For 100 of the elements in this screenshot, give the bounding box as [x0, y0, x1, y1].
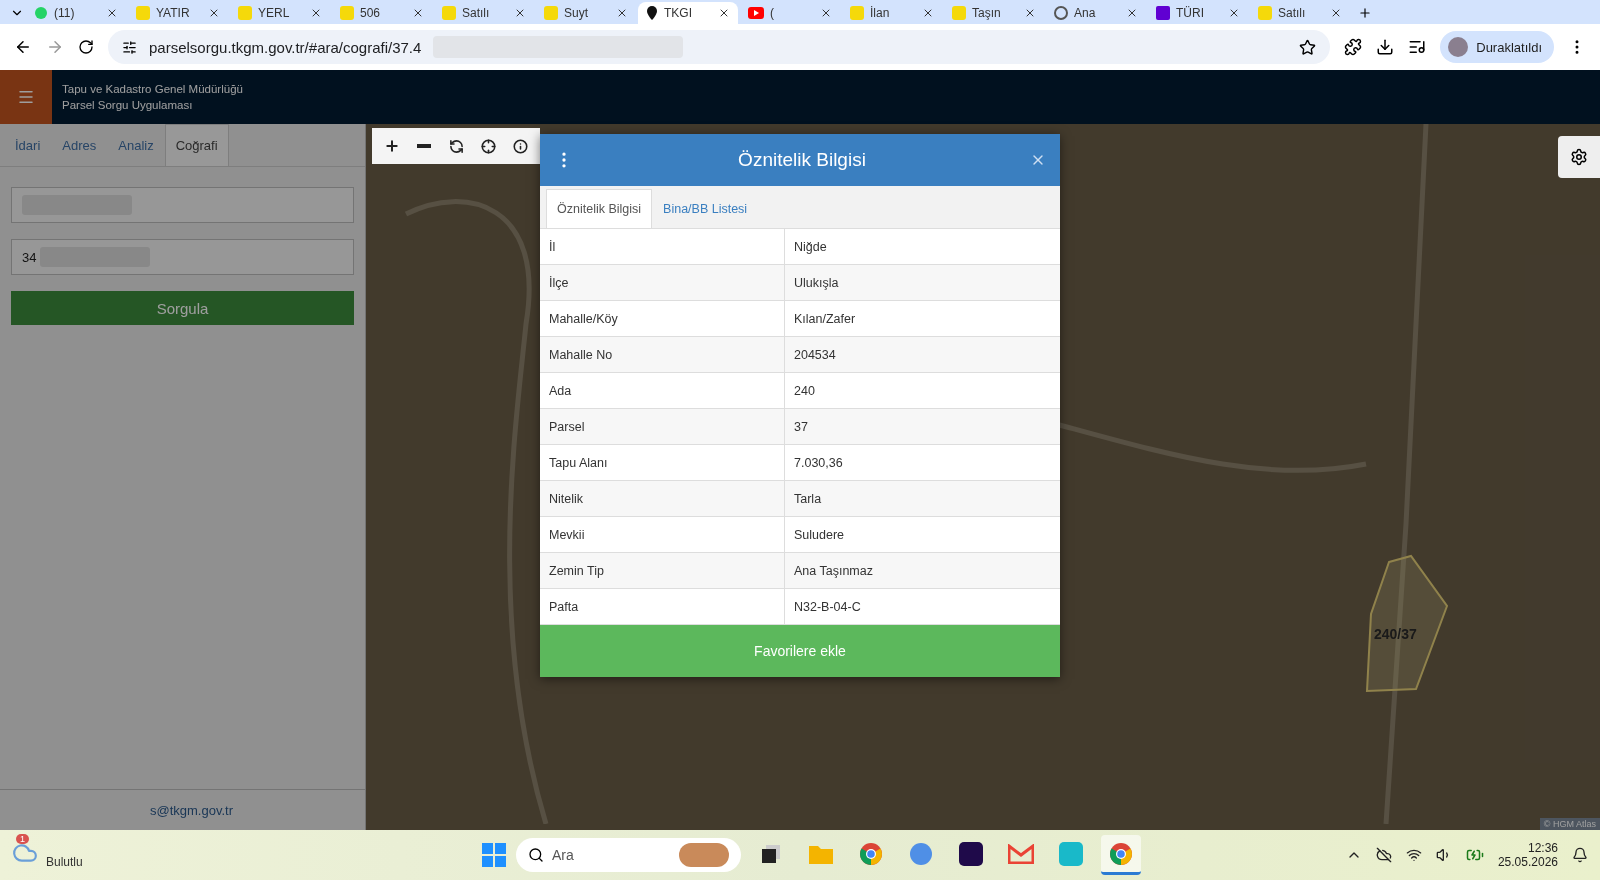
attribute-label: Ada [540, 373, 785, 408]
close-icon[interactable] [922, 7, 934, 19]
browser-tab[interactable]: Satılı [434, 2, 534, 24]
windows-icon[interactable] [482, 843, 506, 867]
tab-title: 506 [360, 6, 382, 20]
taskbar-search-field[interactable]: Ara [516, 838, 741, 872]
tab-title: Satılı [1278, 6, 1307, 20]
globe-icon [1054, 6, 1068, 20]
attribute-label: Pafta [540, 589, 785, 624]
tab-title: TÜRI [1176, 6, 1205, 20]
tab-title: İlan [870, 6, 891, 20]
browser-tab[interactable]: Satılı [1250, 2, 1350, 24]
browser-tab[interactable]: ( [740, 2, 840, 24]
close-icon[interactable] [310, 7, 322, 19]
settings-button[interactable] [1558, 136, 1600, 178]
avatar-icon [1448, 37, 1469, 57]
profile-button[interactable]: Duraklatıldı [1440, 31, 1554, 63]
field-value: 34 [22, 249, 37, 265]
attribute-label: İl [540, 229, 785, 264]
extensions-icon[interactable] [1344, 38, 1363, 56]
attribute-value: 204534 [793, 346, 837, 364]
close-icon[interactable] [616, 7, 628, 19]
address-bar[interactable]: parselsorgu.tkgm.gov.tr/#ara/cografi/37.4 [108, 30, 1331, 64]
tab-title: Suyt [564, 6, 589, 20]
app-icon [238, 6, 252, 20]
close-icon[interactable] [514, 7, 526, 19]
close-icon[interactable] [1330, 7, 1342, 19]
close-icon[interactable] [820, 7, 832, 19]
clock-time: 12:36 [1527, 841, 1558, 855]
app-title: Parsel Sorgu Uygulaması [62, 99, 194, 111]
refresh-icon [448, 138, 464, 154]
app-icon [442, 6, 456, 20]
close-icon[interactable] [718, 7, 730, 19]
weather-text: Bulutlu [46, 855, 83, 869]
attribute-value: Suludere [793, 526, 846, 544]
attribute-value: Ana Taşınmaz [793, 562, 874, 580]
close-icon[interactable] [412, 7, 424, 19]
site-info-icon[interactable] [122, 39, 137, 55]
reload-icon[interactable] [78, 39, 94, 55]
back-icon[interactable] [14, 38, 32, 56]
browser-tab[interactable]: (11) [26, 2, 126, 24]
play-icon [748, 7, 764, 19]
attribute-value: Niğde [793, 238, 828, 256]
media-icon[interactable] [1408, 38, 1427, 56]
attribute-value: Kılan/Zafer [793, 310, 857, 328]
browser-tab[interactable]: TÜRI [1148, 2, 1248, 24]
close-icon[interactable] [1024, 7, 1036, 19]
tab-title: YERL [258, 6, 291, 20]
attribute-label: Mevkii [540, 517, 785, 552]
search-placeholder: Ara [552, 847, 575, 863]
search-tab[interactable]: Coğrafi [164, 124, 229, 166]
download-icon[interactable] [1376, 38, 1395, 56]
cloud-off-icon[interactable] [1375, 847, 1392, 863]
contact-email: s@tkgm.gov.tr [150, 802, 234, 818]
attribute-value: 7.030,36 [793, 454, 844, 472]
browser-tab[interactable]: TKGI [638, 2, 738, 24]
attribute-label: Tapu Alanı [540, 445, 785, 480]
notification-badge: 1 [16, 834, 29, 844]
clock-date: 25.05.2026 [1497, 855, 1558, 869]
input-field[interactable] [11, 187, 354, 223]
input-field[interactable]: 34 [11, 239, 354, 275]
attribute-value: N32-B-04-C [793, 598, 862, 616]
sphere-icon [909, 841, 933, 866]
settings-icon [1570, 148, 1588, 166]
browser-tab[interactable]: YERL [230, 2, 330, 24]
bookmark-star-icon[interactable] [1299, 38, 1317, 56]
new-tab-icon[interactable] [1358, 6, 1372, 20]
close-icon[interactable] [106, 7, 118, 19]
notification-bell-icon[interactable] [1572, 847, 1588, 863]
close-icon[interactable] [208, 7, 220, 19]
tab-title: YATIR [156, 6, 191, 20]
crosshair-icon [480, 138, 496, 154]
browser-tab[interactable]: YATIR [128, 2, 228, 24]
attribute-label: Zemin Tip [540, 553, 785, 588]
menu-icon [17, 88, 35, 106]
app-icon [1258, 6, 1272, 20]
chat-icon [34, 6, 48, 20]
dialog-tab[interactable]: Bina/BB Listesi [652, 189, 759, 228]
attribute-label: Nitelik [540, 481, 785, 516]
forward-icon[interactable] [46, 38, 64, 56]
close-icon[interactable] [1126, 7, 1138, 19]
browser-tab[interactable]: Ana [1046, 2, 1146, 24]
info-icon [512, 138, 528, 154]
wifi-icon[interactable] [1405, 847, 1422, 863]
browser-tab[interactable]: 506 [332, 2, 432, 24]
browser-tab[interactable]: İlan [842, 2, 942, 24]
browser-tab[interactable]: Suyt [536, 2, 636, 24]
map-attribution: © HGM Atlas [1539, 818, 1600, 830]
mail-icon [1008, 843, 1034, 864]
close-icon[interactable] [1228, 7, 1240, 19]
attribute-label: Parsel [540, 409, 785, 444]
tab-title: Satılı [462, 6, 491, 20]
attribute-label: Mahalle/Köy [540, 301, 785, 336]
attribute-value: Tarla [793, 490, 823, 508]
dialog-tab[interactable]: Öznitelik Bilgisi [546, 189, 653, 228]
attribute-label: İlçe [540, 265, 785, 300]
browser-tab[interactable]: Taşın [944, 2, 1044, 24]
attribute-value: Ulukışla [793, 274, 840, 292]
app-icon [959, 841, 983, 866]
plus-icon [384, 138, 400, 154]
